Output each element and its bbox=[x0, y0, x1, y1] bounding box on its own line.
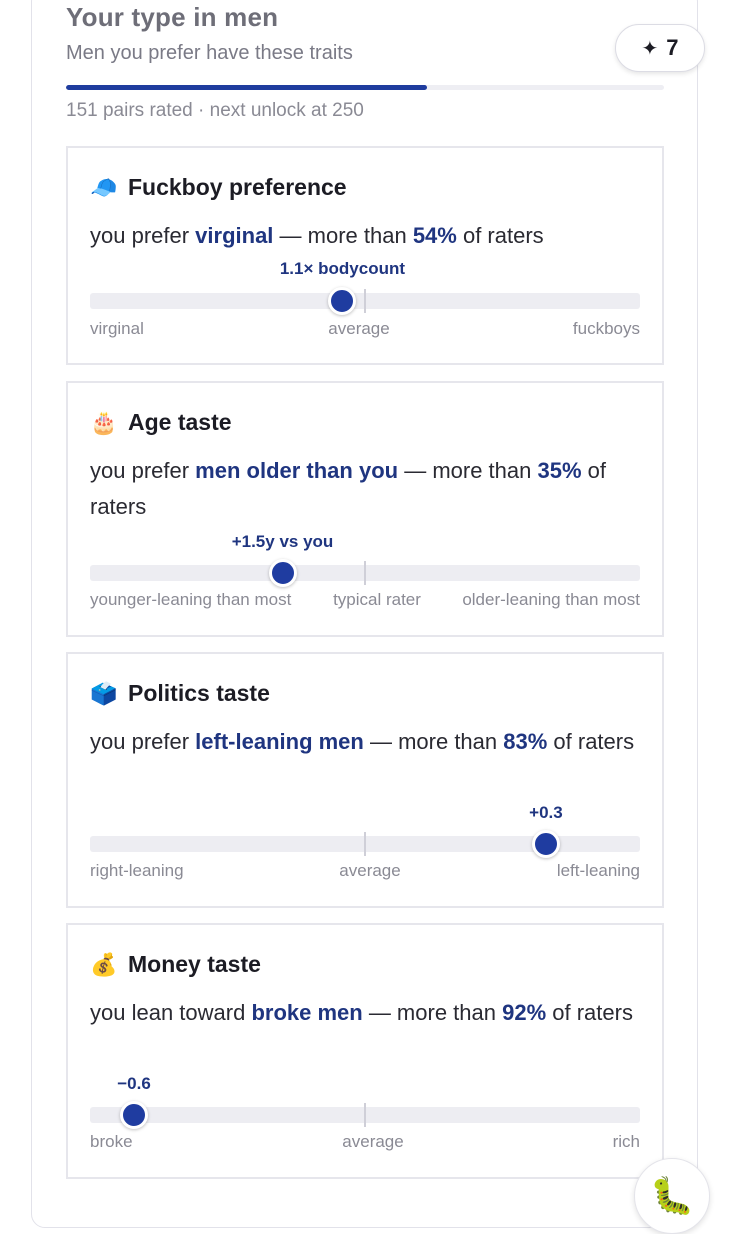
scale-left-label: younger-leaning than most bbox=[90, 590, 292, 609]
trait-card-fuckboy: 🧢 Fuckboy preference you prefer virginal… bbox=[66, 146, 664, 365]
page-subtitle: Men you prefer have these traits bbox=[66, 42, 353, 64]
trait-preference: virginal bbox=[195, 223, 274, 248]
progress-note: 151 pairs rated · next unlock at 250 bbox=[66, 100, 364, 121]
scale-right-label: left-leaning bbox=[556, 861, 640, 880]
trait-description: you prefer left-leaning men — more than … bbox=[90, 729, 635, 754]
trait-percent: 35% bbox=[537, 458, 582, 483]
trait-card-money: 💰 Money taste you lean toward broke men … bbox=[66, 923, 664, 1179]
trait-preference: broke men bbox=[251, 1000, 363, 1025]
scale-center-label: typical rater bbox=[333, 590, 421, 609]
trait-title-text: Politics taste bbox=[128, 680, 270, 706]
trait-title-text: Fuckboy preference bbox=[128, 174, 347, 200]
trait-preference: men older than you bbox=[195, 458, 399, 483]
page-title: Your type in men bbox=[66, 2, 279, 32]
trait-title-text: Money taste bbox=[128, 951, 261, 977]
bug-icon: 🐛 bbox=[649, 1175, 695, 1216]
trait-description: you prefer virginal — more than 54% of r… bbox=[90, 223, 544, 248]
trait-description: you prefer men older than you — more tha… bbox=[90, 458, 606, 519]
scale-center-label: average bbox=[342, 1132, 404, 1151]
trait-slider-track bbox=[90, 559, 640, 587]
ballot-box-icon: 🗳️ bbox=[90, 680, 118, 706]
scale-left-label: virginal bbox=[90, 319, 144, 338]
scale-right-label: older-leaning than most bbox=[462, 590, 640, 609]
trait-slider-track bbox=[90, 287, 640, 315]
trait-marker-label: 1.1× bodycount bbox=[279, 259, 406, 278]
trait-card-title: 🗳️ Politics taste bbox=[90, 680, 270, 707]
center-tick bbox=[364, 832, 366, 856]
unlock-progress-fill bbox=[66, 85, 428, 90]
trait-percent: 83% bbox=[503, 729, 548, 754]
trait-preference: left-leaning men bbox=[195, 729, 364, 754]
trait-marker-label: +0.3 bbox=[529, 803, 563, 822]
trait-slider-track bbox=[90, 1101, 640, 1129]
scale-center-label: average bbox=[339, 861, 401, 880]
scale-right-label: rich bbox=[612, 1132, 640, 1151]
scale-left-label: right-leaning bbox=[90, 861, 184, 880]
trait-slider-knob bbox=[531, 830, 560, 858]
trait-title-text: Age taste bbox=[128, 409, 232, 435]
trait-card-title: 🧢 Fuckboy preference bbox=[90, 174, 347, 201]
center-tick bbox=[364, 289, 366, 313]
cap-icon: 🧢 bbox=[90, 174, 118, 200]
unlock-progress-bar bbox=[66, 85, 664, 90]
trait-marker-label: +1.5y vs you bbox=[231, 532, 334, 551]
cake-icon: 🎂 bbox=[90, 409, 118, 435]
trait-percent: 54% bbox=[412, 223, 457, 248]
trait-slider-track bbox=[90, 830, 640, 858]
trait-slider-knob bbox=[268, 559, 297, 587]
scale-right-label: fuckboys bbox=[572, 319, 640, 338]
trait-card-title: 💰 Money taste bbox=[90, 951, 261, 978]
trait-percent: 92% bbox=[502, 1000, 547, 1025]
trait-card-title: 🎂 Age taste bbox=[90, 409, 232, 436]
bug-report-button[interactable]: 🐛 bbox=[634, 1158, 710, 1234]
trait-slider-knob bbox=[328, 287, 357, 315]
sparkle-icon: ✦ bbox=[641, 37, 659, 60]
trait-card-age: 🎂 Age taste you prefer men older than yo… bbox=[66, 381, 664, 637]
trait-marker-label: −0.6 bbox=[117, 1074, 151, 1093]
scale-center-label: average bbox=[328, 319, 390, 338]
sparkle-count: 7 bbox=[666, 35, 679, 60]
sparkle-count-button[interactable]: ✦ 7 bbox=[615, 24, 705, 72]
center-tick bbox=[364, 1103, 366, 1127]
trait-description: you lean toward broke men — more than 92… bbox=[90, 1000, 633, 1025]
trait-slider-knob bbox=[120, 1101, 148, 1129]
scale-left-label: broke bbox=[90, 1132, 133, 1151]
trait-card-politics: 🗳️ Politics taste you prefer left-leanin… bbox=[66, 652, 664, 908]
money-bag-icon: 💰 bbox=[90, 951, 118, 977]
center-tick bbox=[364, 561, 366, 585]
